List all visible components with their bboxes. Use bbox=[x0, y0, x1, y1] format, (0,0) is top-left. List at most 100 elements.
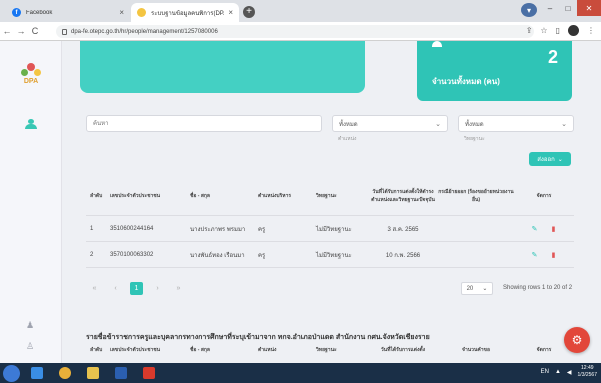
taskbar-app-word[interactable] bbox=[108, 364, 134, 382]
close-icon[interactable]: × bbox=[228, 8, 233, 17]
cell-date: 10 ก.พ. 2566 bbox=[385, 252, 421, 259]
col-header: เลขประจำตัวประชาชน bbox=[110, 192, 161, 199]
gear-icon: ⚙ bbox=[571, 333, 583, 347]
trash-icon[interactable]: ▮ bbox=[547, 222, 560, 235]
col-header: กรณีย้ายออก (ร้องขอย้ายหน่วยงานอื่น) bbox=[438, 188, 514, 203]
section-title: รายชื่อข้าราชการครูและบุคลากรทางการศึกษา… bbox=[86, 334, 430, 341]
start-button[interactable] bbox=[3, 364, 20, 382]
edit-icon[interactable]: ✎ bbox=[528, 248, 541, 261]
dpa-icon bbox=[137, 8, 146, 17]
bell-icon[interactable]: ♟ bbox=[26, 321, 35, 330]
reload-icon[interactable]: C bbox=[28, 26, 42, 36]
back-icon[interactable]: ← bbox=[0, 26, 14, 36]
cell-position: ครู bbox=[258, 226, 266, 233]
minimize-button[interactable]: – bbox=[541, 0, 559, 16]
col-header: วันที่ได้รับการแต่งตั้ง bbox=[380, 347, 426, 353]
logo-text: DPA bbox=[23, 78, 39, 85]
rank-select-caption: วิทยฐานะ bbox=[464, 136, 485, 142]
col-header: วิทยฐานะ bbox=[316, 192, 337, 199]
url-field[interactable]: dpa-fe.otepc.go.th/hr/people/management/… bbox=[56, 25, 534, 38]
main-content: 2 จำนวนทั้งหมด (คน) ทั้งหมด ⌄ ตำแหน่ง ทั… bbox=[62, 41, 601, 363]
star-icon[interactable]: ☆ bbox=[540, 26, 547, 35]
chevron-down-icon: ⌄ bbox=[435, 120, 441, 128]
avatar[interactable] bbox=[568, 25, 579, 36]
cell-position: ครู bbox=[258, 252, 266, 259]
cell-name: นางพันธ์ทอง เรือนมา bbox=[190, 252, 245, 259]
cell-no: 2 bbox=[90, 251, 94, 258]
profile-icon[interactable]: ▾ bbox=[521, 3, 537, 17]
export-button-label: ส่งออก bbox=[537, 157, 555, 163]
chevron-down-icon: ⌄ bbox=[557, 156, 563, 163]
settings-gear-button[interactable]: ⚙ bbox=[564, 327, 590, 353]
chevron-down-icon: ⌄ bbox=[561, 120, 567, 128]
last-page-button[interactable]: » bbox=[172, 282, 185, 295]
taskbar-app-chrome[interactable] bbox=[52, 364, 78, 382]
rank-select-value: ทั้งหมด bbox=[465, 121, 484, 128]
prev-page-button[interactable]: ‹ bbox=[109, 282, 122, 295]
edit-icon[interactable]: ✎ bbox=[528, 222, 541, 235]
col-header: ลำดับ bbox=[90, 192, 103, 199]
facebook-icon: f bbox=[12, 8, 21, 17]
col-header: จัดการ bbox=[536, 192, 552, 199]
chrome-icon bbox=[59, 367, 71, 379]
row-actions: ✎ ▮ bbox=[514, 222, 574, 235]
folder-icon bbox=[87, 367, 99, 379]
logo-dot bbox=[21, 69, 28, 76]
cell-name: นางประภาพร พรมมา bbox=[190, 226, 246, 233]
network-icon[interactable]: ▲ bbox=[555, 369, 561, 375]
window-close-button[interactable]: ✕ bbox=[577, 0, 601, 16]
forward-icon[interactable]: → bbox=[14, 26, 28, 36]
sidebar-toggle-icon[interactable]: ▯ bbox=[556, 26, 560, 35]
position-select[interactable]: ทั้งหมด ⌄ bbox=[332, 115, 448, 132]
search-input[interactable] bbox=[86, 115, 322, 132]
share-icon[interactable]: ⇪ bbox=[526, 26, 533, 35]
volume-icon[interactable]: ◀ bbox=[567, 369, 572, 376]
tab-facebook[interactable]: f Facebook × bbox=[6, 3, 130, 22]
clock[interactable]: 12:49 1/3/2567 bbox=[578, 365, 597, 379]
taskbar-app-pdf[interactable] bbox=[136, 364, 162, 382]
col-header: ตำแหน่งบริหาร bbox=[258, 192, 292, 199]
col-header: เลขประจำตัวประชาชน bbox=[110, 347, 161, 353]
cell-id: 3510600244164 bbox=[110, 225, 154, 232]
address-bar: ← → C dpa-fe.otepc.go.th/hr/people/manag… bbox=[0, 22, 601, 41]
tab-dpa[interactable]: ระบบฐานข้อมูลคนพิการ(DPA) × bbox=[131, 3, 239, 22]
menu-icon[interactable]: ⋮ bbox=[587, 26, 595, 35]
browser-actions: ⇪ ☆ ▯ ⋮ bbox=[526, 25, 595, 36]
language-indicator[interactable]: EN bbox=[541, 369, 549, 375]
cell-date: 3 ส.ค. 2565 bbox=[387, 226, 419, 233]
cell-id: 3570100063302 bbox=[110, 251, 154, 258]
col-header: จัดการ bbox=[536, 347, 552, 353]
maximize-button[interactable]: □ bbox=[559, 0, 577, 16]
page-1-button[interactable]: 1 bbox=[130, 282, 143, 295]
first-page-button[interactable]: « bbox=[88, 282, 101, 295]
page-size-value: 20 bbox=[466, 285, 474, 292]
cell-rank: ไม่มีวิทยฐานะ bbox=[316, 252, 352, 259]
app-sidebar: DPA ♟ ♙ bbox=[0, 41, 62, 363]
users-icon[interactable] bbox=[24, 119, 38, 129]
table-header: ลำดับ เลขประจำตัวประชาชน ชื่อ - สกุล ตำแ… bbox=[86, 176, 574, 216]
dpa-logo[interactable]: DPA bbox=[19, 63, 43, 89]
trash-icon[interactable]: ▮ bbox=[547, 248, 560, 261]
pdf-icon bbox=[143, 367, 155, 379]
total-count-label: จำนวนทั้งหมด (คน) bbox=[432, 77, 500, 86]
window-controls: ▾ – □ ✕ bbox=[521, 0, 601, 17]
table-row: 1 3510600244164 นางประภาพร พรมมา ครู ไม่… bbox=[86, 216, 574, 242]
rank-select[interactable]: ทั้งหมด ⌄ bbox=[458, 115, 574, 132]
total-count-card: 2 จำนวนทั้งหมด (คน) bbox=[417, 41, 572, 101]
new-tab-button[interactable]: + bbox=[243, 6, 255, 18]
export-button[interactable]: ส่งออก ⌄ bbox=[529, 152, 571, 166]
table-header: ลำดับ เลขประจำตัวประชาชน ชื่อ - สกุล ตำแ… bbox=[86, 346, 574, 363]
taskbar-app-explorer[interactable] bbox=[80, 364, 106, 382]
taskbar-app-ie[interactable] bbox=[24, 364, 50, 382]
logo-dot bbox=[34, 69, 41, 76]
close-icon[interactable]: × bbox=[119, 8, 124, 17]
page-size-select[interactable]: 20 ⌄ bbox=[461, 282, 493, 295]
user-icon[interactable]: ♙ bbox=[26, 341, 36, 351]
tab-title: ระบบฐานข้อมูลคนพิการ(DPA) bbox=[151, 10, 225, 17]
next-page-button[interactable]: › bbox=[151, 282, 164, 295]
row-actions: ✎ ▮ bbox=[514, 248, 574, 261]
word-icon bbox=[115, 367, 127, 379]
url-text: dpa-fe.otepc.go.th/hr/people/management/… bbox=[71, 28, 218, 35]
browser-icon bbox=[31, 367, 43, 379]
position-select-value: ทั้งหมด bbox=[339, 121, 358, 128]
